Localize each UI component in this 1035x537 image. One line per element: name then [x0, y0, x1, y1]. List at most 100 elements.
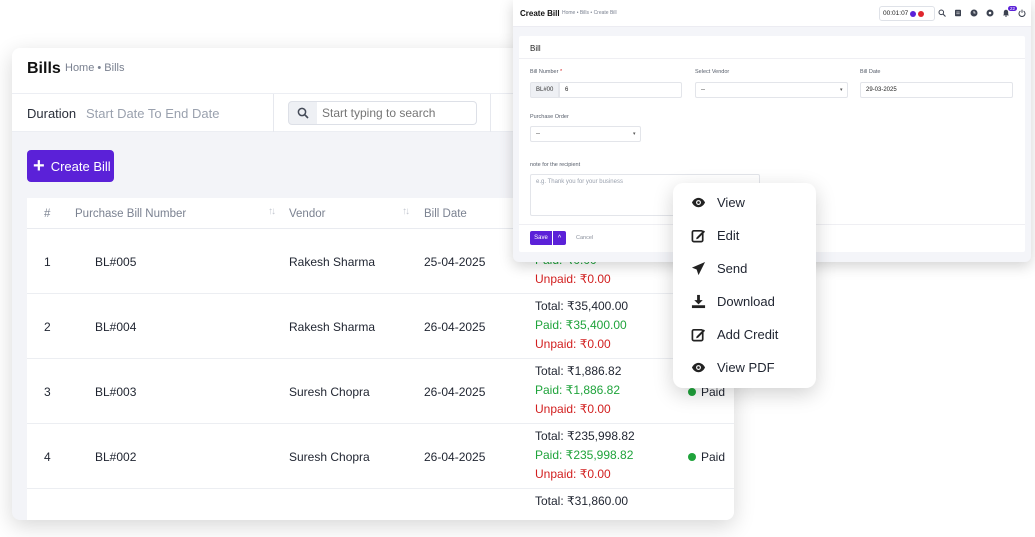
- total-amount: Total: ₹31,860.00: [535, 494, 629, 508]
- paid-amount: Paid: ₹235,998.82: [535, 448, 634, 462]
- amount-summary: Total: ₹235,998.82 Paid: ₹235,998.82 Unp…: [535, 427, 635, 484]
- total-amount: Total: ₹35,400.00: [535, 299, 629, 313]
- sort-icon[interactable]: ↑↓: [402, 206, 410, 217]
- timer-value: 00:01:07: [883, 10, 909, 17]
- duration-label: Duration: [27, 106, 77, 121]
- power-icon[interactable]: [1018, 9, 1026, 17]
- purchase-order-label: Purchase Order: [530, 114, 569, 120]
- bill-number[interactable]: BL#004: [95, 320, 136, 334]
- menu-item-label: View PDF: [717, 360, 775, 375]
- vendor-name: Suresh Chopra: [289, 385, 370, 399]
- duration-date-range-input[interactable]: Start Date To End Date: [86, 106, 219, 121]
- page-title: Create Bill: [520, 9, 560, 18]
- topbar: Create Bill Home • Bills • Create Bill 0…: [513, 0, 1031, 27]
- breadcrumb[interactable]: Home • Bills • Create Bill: [562, 10, 617, 16]
- total-amount: Total: ₹1,886.82: [535, 364, 622, 378]
- menu-item-download[interactable]: Download: [691, 294, 775, 309]
- chevron-up-icon[interactable]: ^: [553, 231, 566, 245]
- bill-number-prefix: BL#00: [530, 82, 560, 98]
- section-title: Bill: [519, 36, 1025, 59]
- table-row[interactable]: 3 BL#003 Suresh Chopra 26-04-2025 Total:…: [27, 359, 734, 424]
- search-icon[interactable]: [938, 9, 946, 17]
- menu-item-label: Edit: [717, 228, 740, 243]
- amount-summary: Total: ₹35,400.00 Paid: ₹35,400.00 Unpai…: [535, 297, 628, 354]
- vendor-label: Select Vendor: [695, 69, 730, 75]
- status-badge: Paid: [688, 450, 725, 464]
- table-row[interactable]: 4 BL#002 Suresh Chopra 26-04-2025 Total:…: [27, 424, 734, 489]
- chevron-down-icon: ▾: [840, 87, 843, 93]
- column-header-vendor[interactable]: Vendor: [289, 208, 325, 220]
- search-input[interactable]: [317, 101, 477, 125]
- page-title: Bills: [27, 60, 61, 77]
- divider: [273, 94, 274, 132]
- create-bill-button[interactable]: + Create Bill: [27, 150, 114, 182]
- status-label: Paid: [701, 450, 726, 464]
- send-icon: [691, 261, 706, 276]
- bill-date: 26-04-2025: [424, 450, 486, 464]
- menu-item-label: Download: [717, 294, 775, 309]
- purchase-order-select[interactable]: --: [530, 126, 641, 142]
- status-dot-icon: [688, 388, 696, 396]
- unpaid-amount: Unpaid: ₹0.00: [535, 337, 611, 351]
- edit-icon: [691, 328, 706, 342]
- vendor-select[interactable]: --: [695, 82, 848, 98]
- action-dropdown-menu: View Edit Send Download Add Credit View …: [673, 183, 816, 388]
- unpaid-amount: Unpaid: ₹0.00: [535, 467, 611, 481]
- menu-item-label: View: [717, 195, 745, 210]
- sort-icon[interactable]: ↑↓: [268, 206, 276, 217]
- note-label: note for the recipient: [530, 162, 581, 168]
- purchase-order-value: --: [536, 131, 540, 137]
- bill-number-label: Bill Number *: [530, 69, 563, 75]
- row-number: 3: [44, 385, 51, 399]
- edit-icon: [691, 229, 706, 243]
- menu-item-view-pdf[interactable]: View PDF: [691, 360, 775, 375]
- cancel-button[interactable]: Cancel: [576, 235, 593, 241]
- notification-badge: 22: [1008, 6, 1018, 11]
- bill-number[interactable]: BL#005: [95, 255, 136, 269]
- breadcrumb[interactable]: Home • Bills: [65, 62, 124, 74]
- vendor-name: Rakesh Sharma: [289, 320, 376, 334]
- vendor-name: Suresh Chopra: [289, 450, 370, 464]
- timer-stop-icon[interactable]: [918, 10, 925, 17]
- menu-item-add-credit[interactable]: Add Credit: [691, 327, 778, 342]
- table-row[interactable]: Total: ₹31,860.00: [27, 489, 734, 520]
- chevron-down-icon: ▾: [633, 131, 636, 137]
- table-row[interactable]: 2 BL#004 Rakesh Sharma 26-04-2025 Total:…: [27, 294, 734, 359]
- unpaid-amount: Unpaid: ₹0.00: [535, 402, 611, 416]
- clock-timer[interactable]: 00:01:07: [879, 6, 935, 21]
- bill-number-input[interactable]: 6: [559, 82, 682, 98]
- bill-date: 26-04-2025: [424, 385, 486, 399]
- bill-date: 25-04-2025: [424, 255, 486, 269]
- amount-summary: Total: ₹31,860.00: [535, 492, 628, 511]
- menu-item-label: Send: [717, 261, 748, 276]
- bill-date: 26-04-2025: [424, 320, 486, 334]
- menu-item-label: Add Credit: [717, 327, 779, 342]
- paid-amount: Paid: ₹35,400.00: [535, 318, 627, 332]
- column-header-bill-date[interactable]: Bill Date: [424, 208, 467, 220]
- bill-number[interactable]: BL#003: [95, 385, 136, 399]
- search-icon[interactable]: [288, 101, 318, 125]
- divider: [490, 94, 491, 132]
- bill-date-label: Bill Date: [860, 69, 881, 75]
- row-number: 1: [44, 255, 51, 269]
- menu-item-view[interactable]: View: [691, 195, 745, 210]
- row-number: 2: [44, 320, 51, 334]
- create-bill-label: Create Bill: [50, 158, 111, 174]
- download-icon: [691, 294, 706, 309]
- total-amount: Total: ₹235,998.82: [535, 429, 635, 443]
- bill-date-input[interactable]: 29-03-2025: [860, 82, 1013, 98]
- timer-play-icon[interactable]: [910, 10, 917, 17]
- unpaid-amount: Unpaid: ₹0.00: [535, 272, 611, 286]
- gear-icon[interactable]: [986, 9, 994, 17]
- menu-item-edit[interactable]: Edit: [691, 228, 739, 243]
- menu-item-send[interactable]: Send: [691, 261, 747, 276]
- vendor-select-value: --: [701, 87, 705, 93]
- column-header-bill-number[interactable]: Purchase Bill Number: [75, 208, 186, 220]
- clock-icon[interactable]: [970, 9, 978, 17]
- save-button[interactable]: Save: [530, 231, 552, 245]
- amount-summary: Total: ₹1,886.82 Paid: ₹1,886.82 Unpaid:…: [535, 362, 621, 419]
- column-header-number: #: [44, 208, 51, 220]
- bill-number[interactable]: BL#002: [95, 450, 136, 464]
- notes-icon[interactable]: [954, 9, 962, 17]
- status-dot-icon: [688, 453, 696, 461]
